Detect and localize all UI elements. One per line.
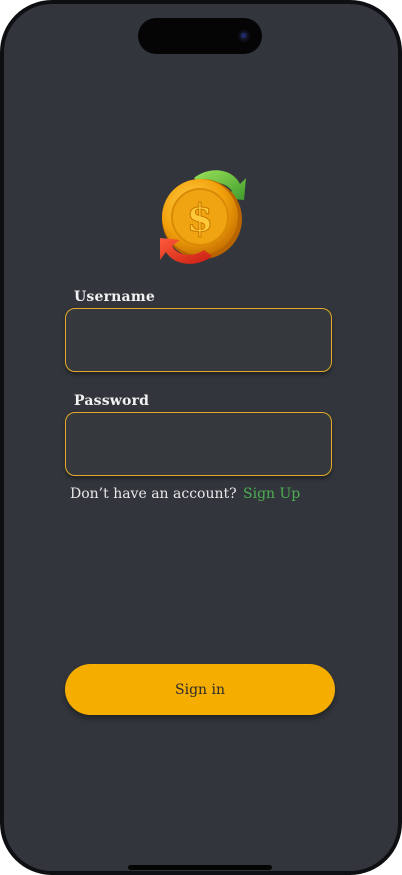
app-screen: $ Username Password Don’t have an accoun… bbox=[4, 4, 398, 871]
camera-icon bbox=[238, 30, 250, 42]
username-input[interactable] bbox=[65, 308, 332, 372]
home-indicator bbox=[128, 865, 272, 870]
phone-frame: $ Username Password Don’t have an accoun… bbox=[0, 0, 402, 875]
dynamic-island bbox=[138, 18, 262, 54]
coin-exchange-icon: $ bbox=[160, 170, 246, 264]
svg-text:$: $ bbox=[187, 195, 213, 240]
sign-up-link[interactable]: Sign Up bbox=[243, 486, 300, 502]
username-label: Username bbox=[74, 289, 155, 305]
password-label: Password bbox=[74, 393, 150, 409]
password-input[interactable] bbox=[65, 412, 332, 476]
no-account-text: Don’t have an account? bbox=[70, 486, 237, 502]
sign-in-button[interactable]: Sign in bbox=[65, 664, 335, 715]
